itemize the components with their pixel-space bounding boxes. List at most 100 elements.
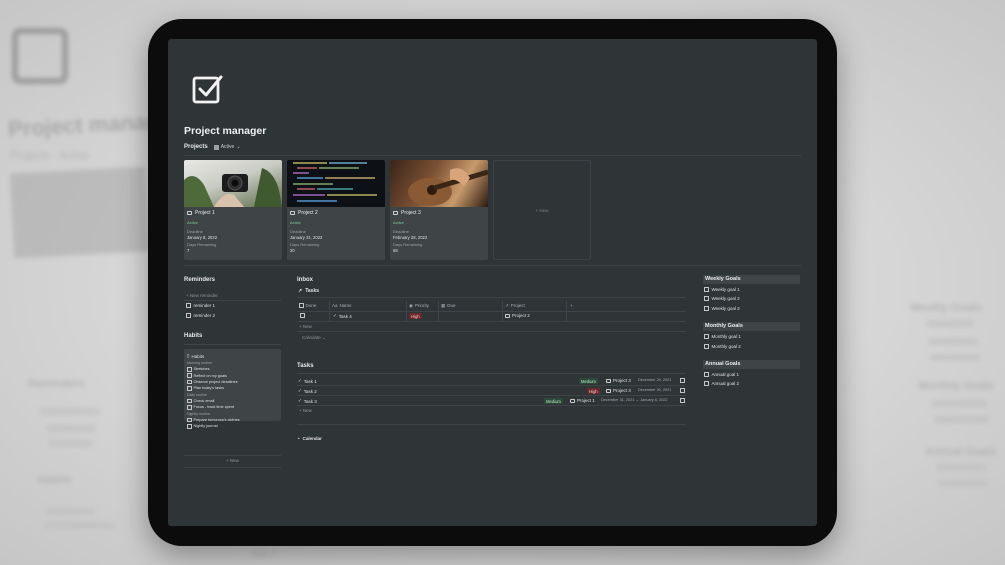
column-done[interactable]: Done — [299, 301, 316, 310]
checkbox[interactable] — [187, 386, 192, 391]
divider — [297, 405, 686, 406]
project-cover-image — [390, 160, 488, 207]
background-annual-goals: Annual Goals — [925, 446, 996, 458]
checkbox[interactable] — [704, 381, 709, 386]
divider — [297, 321, 686, 322]
new-inbox-row-button[interactable]: + New — [299, 324, 312, 329]
goal-item[interactable]: Annual goal 2 — [704, 381, 739, 386]
document-icon: ▯ — [187, 353, 190, 358]
folder-icon — [290, 211, 295, 215]
checkbox[interactable] — [704, 372, 709, 377]
check-icon: ✓ — [298, 398, 302, 403]
column-due[interactable]: ▦ Due — [441, 301, 456, 310]
goal-item[interactable]: Annual goal 1 — [704, 372, 739, 377]
checkbox[interactable] — [704, 344, 709, 349]
column-name[interactable]: Aa Name — [332, 301, 352, 310]
habits-title: Habits — [184, 333, 203, 339]
checkbox[interactable] — [704, 334, 709, 339]
add-column-button[interactable]: + — [570, 301, 573, 310]
monthly-goals-title: Monthly Goals — [703, 322, 800, 331]
goal-item[interactable]: Monthly goal 1 — [704, 334, 741, 339]
project-card[interactable]: Project 3 Active Deadline February 28, 2… — [390, 160, 488, 260]
project-cell[interactable]: Project 2 — [505, 313, 530, 318]
background-line — [45, 522, 115, 529]
goal-item[interactable]: Weekly goal 2 — [704, 296, 740, 301]
habits-card[interactable]: ▯ Habits Morning routine Stretches Reflec… — [184, 349, 281, 429]
checkbox[interactable] — [186, 313, 191, 318]
task-name-cell[interactable]: ✓ Task 4 — [333, 313, 352, 319]
checkbox[interactable] — [186, 303, 191, 308]
task-item[interactable]: ✓ Task 1 — [298, 378, 317, 384]
habit-item[interactable]: Check email — [187, 398, 278, 404]
checkbox[interactable] — [187, 405, 192, 410]
reminder-item[interactable]: reminder 2 — [186, 313, 215, 318]
column-priority[interactable]: ◉ Priority — [409, 301, 429, 310]
goal-item[interactable]: Weekly goal 1 — [704, 287, 740, 292]
habit-item[interactable]: Stretches — [187, 367, 278, 372]
checkbox[interactable] — [187, 373, 192, 378]
days-value: 30 — [290, 248, 295, 253]
calculate-button[interactable]: Calculate ⌄ — [302, 335, 326, 341]
reminder-item[interactable]: reminder 1 — [186, 303, 215, 308]
background-line — [930, 354, 980, 361]
habit-item[interactable]: Plan today's tasks — [187, 386, 278, 391]
deadline-value: January 8, 2022 — [187, 235, 218, 240]
background-line — [928, 338, 978, 345]
habit-item[interactable]: Reflect on my goals — [187, 373, 278, 378]
reminders-title: Reminders — [184, 277, 216, 283]
habit-item[interactable]: Nightly journal — [187, 424, 278, 429]
project-card[interactable]: Project 1 Active Deadline January 8, 202… — [184, 160, 282, 260]
page-title: Project manager — [184, 125, 267, 137]
project-card[interactable]: Project 2 Active Deadline January 31, 20… — [287, 160, 385, 260]
divider — [297, 297, 686, 298]
text-icon: Aa — [332, 303, 338, 308]
priority-cell[interactable]: High — [409, 313, 422, 319]
relation-icon: ↗ — [505, 302, 509, 308]
habit-item[interactable]: Focus - track time spent — [187, 405, 278, 410]
inbox-view-tab[interactable]: ↗ Tasks — [298, 288, 319, 294]
code-photo — [293, 162, 377, 202]
task-checkbox[interactable] — [680, 398, 685, 403]
view-selector[interactable]: Active ⌄ — [213, 144, 241, 150]
divider — [297, 424, 686, 425]
checkbox[interactable] — [300, 313, 305, 318]
new-project-button[interactable]: + New — [493, 160, 591, 260]
check-icon: ✓ — [298, 388, 302, 393]
background-line — [926, 320, 974, 327]
calendar-link[interactable]: • Calendar — [298, 436, 322, 441]
task-project[interactable]: Project 3 — [606, 378, 631, 383]
days-label: Days Remaining — [187, 242, 217, 247]
folder-icon — [187, 211, 192, 215]
deadline-value: February 28, 2022 — [393, 235, 428, 240]
divider — [297, 373, 686, 374]
habit-item[interactable]: Prepare tomorrow's clothes — [187, 417, 278, 423]
checkbox[interactable] — [187, 379, 192, 385]
new-habit-button[interactable]: + New — [226, 458, 239, 463]
folder-icon — [570, 398, 575, 403]
divider — [297, 311, 686, 312]
checkbox[interactable] — [704, 306, 709, 311]
checkbox[interactable] — [704, 296, 709, 301]
task-item[interactable]: ✓ Task 3 — [298, 398, 317, 404]
task-priority: Medium — [579, 378, 598, 384]
task-item[interactable]: ✓ Task 2 — [298, 388, 317, 394]
new-reminder-button[interactable]: + New reminder — [186, 293, 218, 298]
goal-item[interactable]: Monthly goal 2 — [704, 344, 741, 349]
checkbox[interactable] — [704, 287, 709, 292]
task-checkbox[interactable] — [680, 388, 685, 393]
new-task-button[interactable]: + New — [299, 408, 312, 413]
background-reminders: Reminders — [28, 378, 85, 390]
task-checkbox[interactable] — [680, 378, 685, 383]
checkbox[interactable] — [187, 417, 192, 423]
checkbox[interactable] — [187, 424, 192, 429]
days-label: Days Remaining — [393, 242, 423, 247]
task-project[interactable]: Project 1 — [570, 398, 595, 403]
goal-item[interactable]: Weekly goal 3 — [704, 306, 740, 311]
checkbox[interactable] — [187, 398, 192, 404]
table-row[interactable] — [300, 313, 305, 318]
habit-item[interactable]: Observe project deadlines — [187, 379, 278, 385]
checkbox[interactable] — [187, 367, 192, 372]
guitar-photo — [408, 168, 488, 206]
task-project[interactable]: Project 3 — [606, 388, 631, 393]
column-project[interactable]: ↗ Project — [505, 301, 525, 310]
